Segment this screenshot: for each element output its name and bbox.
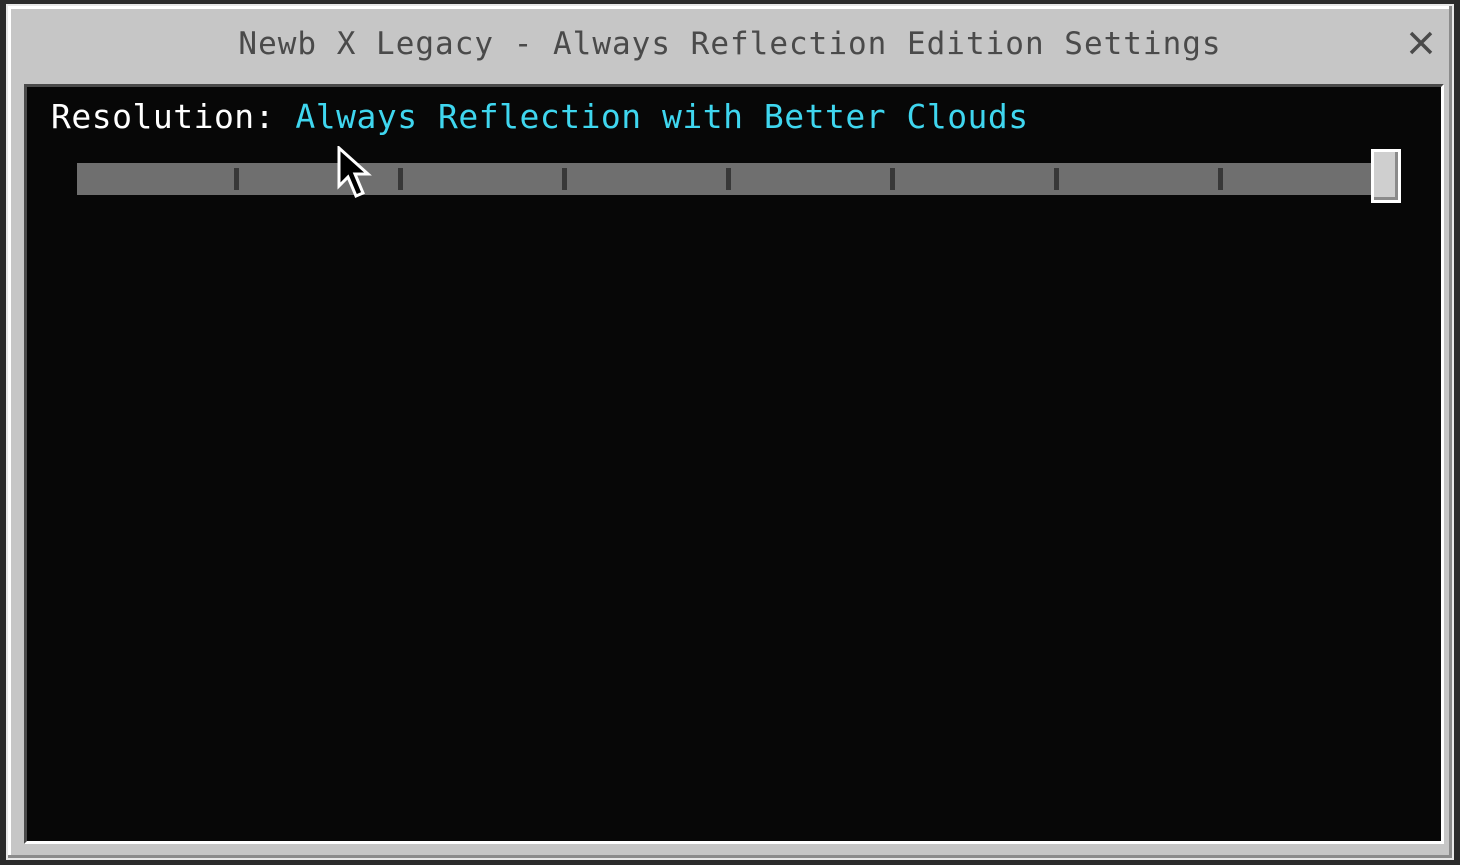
close-icon xyxy=(1409,31,1433,55)
slider-tick xyxy=(398,168,403,190)
setting-name: Resolution: xyxy=(51,97,276,136)
settings-panel: Resolution: Always Reflection with Bette… xyxy=(24,84,1444,844)
slider-thumb[interactable] xyxy=(1371,149,1401,203)
window-title: Newb X Legacy - Always Reflection Editio… xyxy=(238,26,1222,62)
slider-tick xyxy=(1218,168,1223,190)
slider-tick xyxy=(234,168,239,190)
slider-tick xyxy=(1054,168,1059,190)
title-bar: Newb X Legacy - Always Reflection Editio… xyxy=(8,6,1452,84)
resolution-setting-label: Resolution: Always Reflection with Bette… xyxy=(51,97,1029,136)
settings-window: Newb X Legacy - Always Reflection Editio… xyxy=(6,4,1454,860)
setting-value: Always Reflection with Better Clouds xyxy=(295,97,1029,136)
slider-tick xyxy=(562,168,567,190)
slider-tick xyxy=(726,168,731,190)
slider-tick xyxy=(890,168,895,190)
resolution-slider[interactable] xyxy=(77,149,1401,203)
close-button[interactable] xyxy=(1406,28,1436,58)
